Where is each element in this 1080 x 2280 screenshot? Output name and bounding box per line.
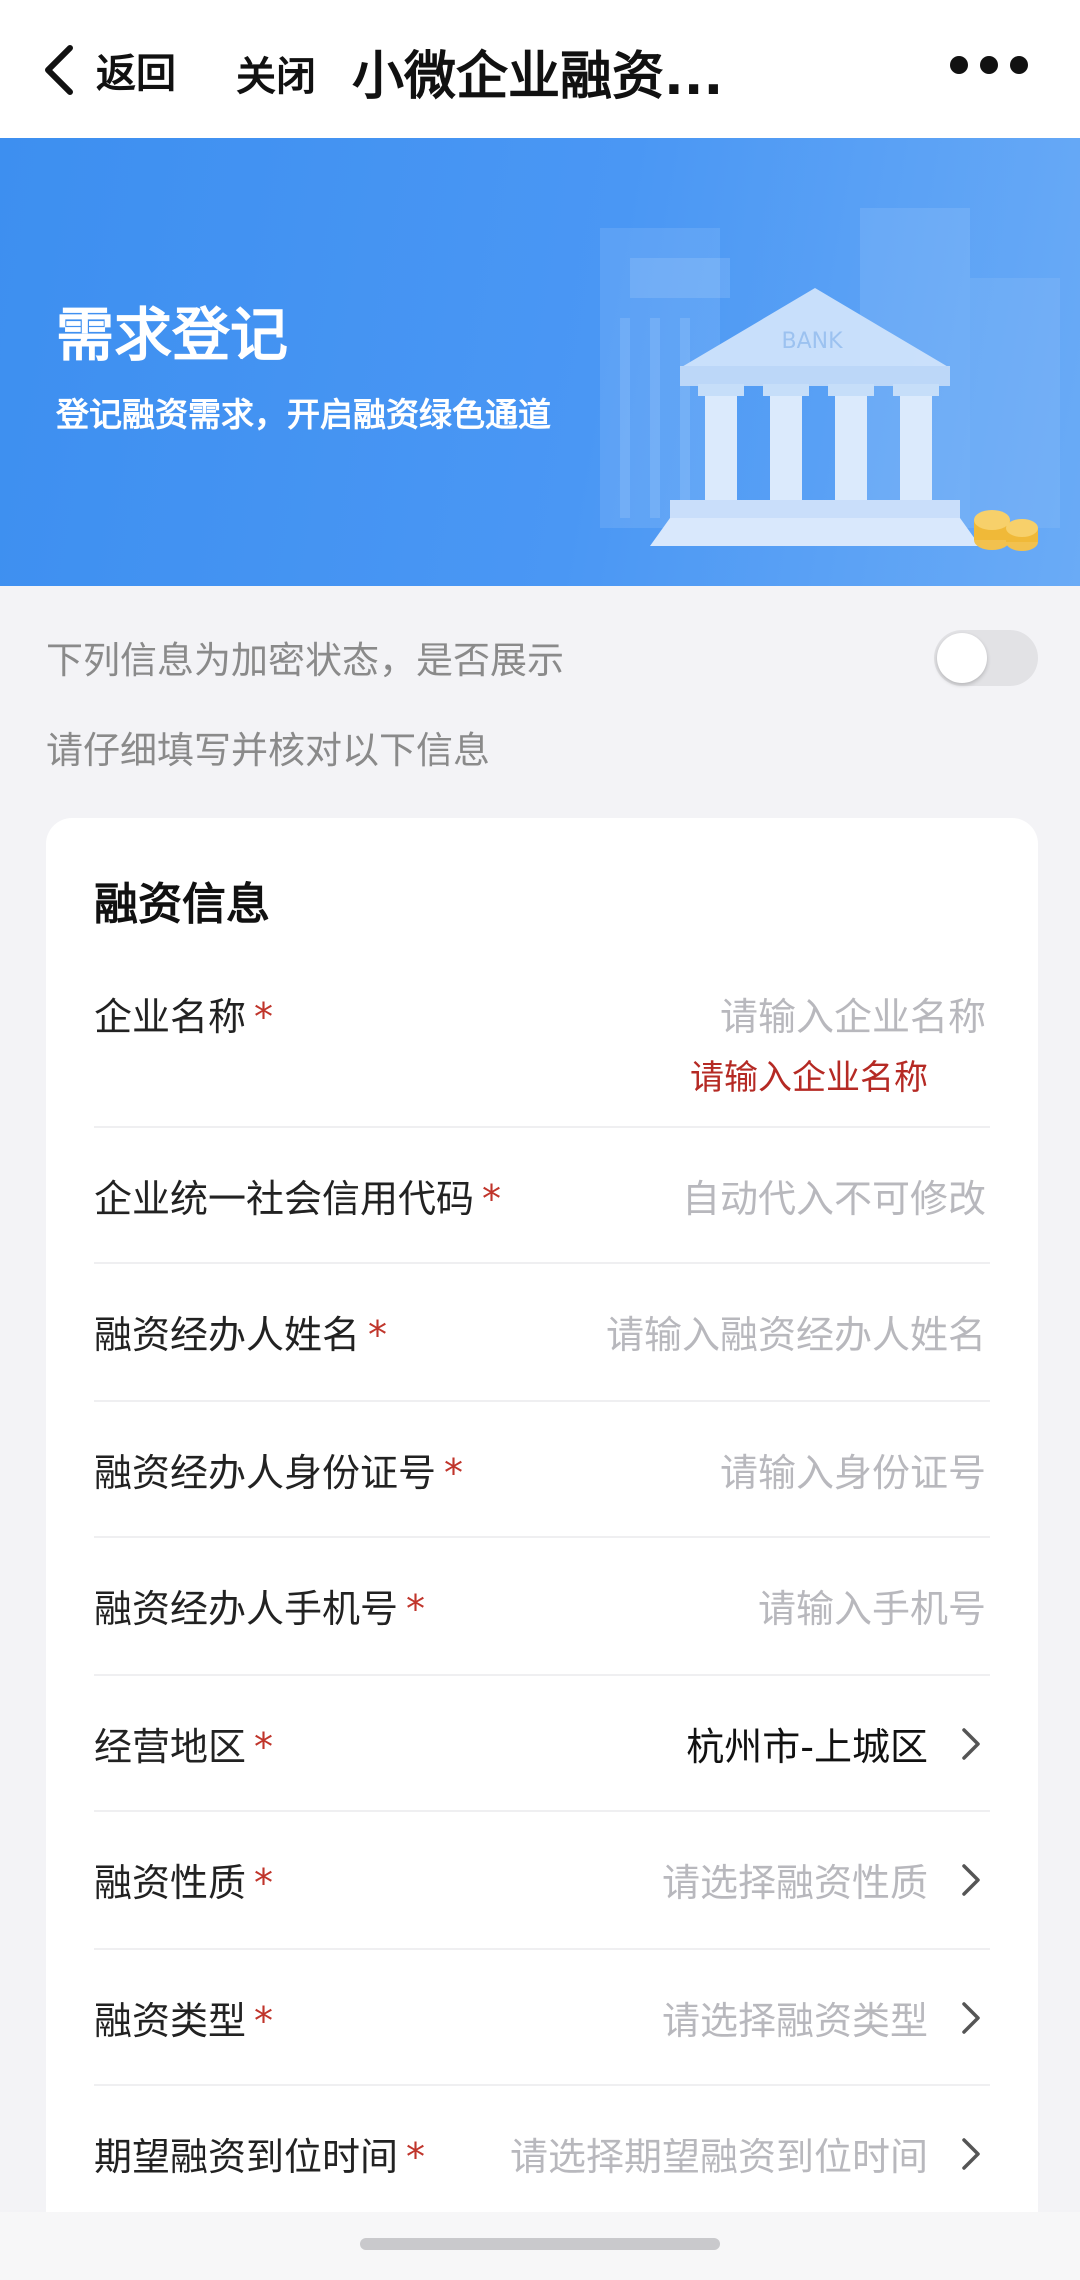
close-button[interactable]: 关闭	[236, 44, 316, 102]
agent-id-input[interactable]: 请输入身份证号	[720, 1442, 986, 1497]
back-button[interactable]: 返回	[38, 38, 176, 102]
field-business-region[interactable]: 经营地区 * 杭州市-上城区	[94, 1676, 990, 1812]
verify-hint-text: 请仔细填写并核对以下信息	[46, 729, 490, 772]
section-title: 融资信息	[94, 879, 270, 930]
agent-phone-input[interactable]: 请输入手机号	[758, 1578, 986, 1633]
field-agent-name[interactable]: 融资经办人姓名 * 请输入融资经办人姓名	[94, 1264, 990, 1402]
required-mark: *	[406, 1587, 426, 1631]
chevron-right-icon	[962, 1728, 980, 1760]
show-info-toggle[interactable]	[934, 630, 1038, 686]
required-mark: *	[254, 995, 274, 1039]
back-label: 返回	[96, 51, 176, 97]
chevron-right-icon	[962, 2138, 980, 2170]
agent-name-input[interactable]: 请输入融资经办人姓名	[606, 1304, 986, 1359]
field-label: 融资性质 *	[94, 1861, 274, 1905]
field-label: 融资经办人身份证号 *	[94, 1451, 464, 1495]
hero-banner: 需求登记 登记融资需求，开启融资绿色通道 BANK	[0, 138, 1080, 586]
field-agent-id[interactable]: 融资经办人身份证号 * 请输入身份证号	[94, 1402, 990, 1538]
top-navigation-bar: 返回 关闭 小微企业融资...	[0, 0, 1080, 138]
field-company-name[interactable]: 企业名称 * 请输入企业名称 请输入企业名称	[94, 956, 990, 1128]
financing-info-card: 融资信息 企业名称 * 请输入企业名称 请输入企业名称 企业统一社会信用代码 * 自…	[46, 818, 1038, 2280]
field-label: 经营地区 *	[94, 1725, 274, 1769]
banner-title: 需求登记	[56, 301, 289, 369]
encryption-label: 下列信息为加密状态，是否展示	[46, 639, 564, 682]
field-credit-code: 企业统一社会信用代码 * 自动代入不可修改	[94, 1128, 990, 1264]
chevron-left-icon	[45, 45, 73, 95]
required-mark: *	[482, 1177, 502, 1221]
financing-type-select[interactable]: 请选择融资类型	[662, 1990, 928, 2045]
company-name-input[interactable]: 请输入企业名称	[720, 986, 986, 1041]
credit-code-readonly: 自动代入不可修改	[681, 1177, 986, 1221]
field-label: 企业统一社会信用代码 *	[94, 1177, 502, 1221]
required-mark: *	[254, 1999, 274, 2043]
financing-nature-select[interactable]: 请选择融资性质	[662, 1852, 928, 1907]
field-label: 融资经办人手机号 *	[94, 1587, 426, 1631]
toggle-knob	[937, 633, 987, 683]
expected-time-select[interactable]: 请选择期望融资到位时间	[510, 2126, 928, 2181]
more-dot-icon	[1010, 56, 1028, 74]
field-expected-funding-time[interactable]: 期望融资到位时间 * 请选择期望融资到位时间	[94, 2086, 990, 2224]
field-label: 企业名称 *	[94, 995, 274, 1039]
field-label: 融资经办人姓名 *	[94, 1313, 388, 1357]
home-indicator[interactable]	[360, 2238, 720, 2250]
required-mark: *	[368, 1313, 388, 1357]
chevron-right-icon	[962, 2002, 980, 2034]
region-select-value[interactable]: 杭州市-上城区	[686, 1716, 928, 1771]
required-mark: *	[254, 1725, 274, 1769]
more-options-button[interactable]	[950, 56, 1028, 74]
more-dot-icon	[950, 56, 968, 74]
field-financing-type[interactable]: 融资类型 * 请选择融资类型	[94, 1950, 990, 2086]
required-mark: *	[406, 2135, 426, 2179]
more-dot-icon	[980, 56, 998, 74]
field-agent-phone[interactable]: 融资经办人手机号 * 请输入手机号	[94, 1538, 990, 1676]
chevron-right-icon	[962, 1864, 980, 1896]
required-mark: *	[444, 1451, 464, 1495]
page-title: 小微企业融资...	[352, 47, 724, 107]
bank-sign-text: BANK	[781, 329, 843, 354]
field-label: 期望融资到位时间 *	[94, 2135, 426, 2179]
banner-subtitle: 登记融资需求，开启融资绿色通道	[56, 395, 551, 434]
bank-building-illustration: BANK	[600, 208, 1060, 551]
field-financing-nature[interactable]: 融资性质 * 请选择融资性质	[94, 1812, 990, 1950]
required-mark: *	[254, 1861, 274, 1905]
company-name-error: 请输入企业名称	[690, 1058, 928, 1098]
field-label: 融资类型 *	[94, 1999, 274, 2043]
